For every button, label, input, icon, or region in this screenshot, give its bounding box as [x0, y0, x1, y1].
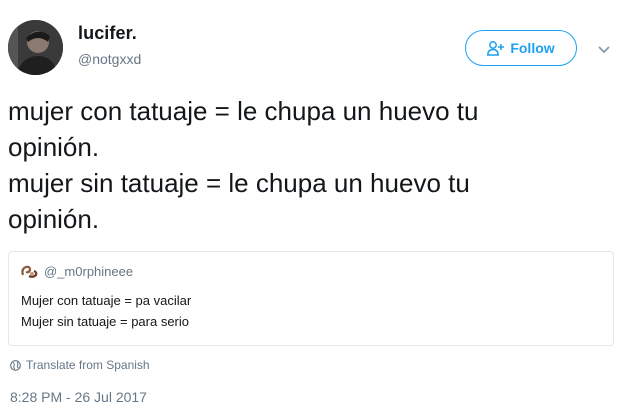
- user-handle[interactable]: @notgxxd: [78, 51, 141, 67]
- display-name[interactable]: lucifer.: [78, 23, 137, 44]
- quoted-avatar: [20, 263, 38, 281]
- tweet-card: lucifer. @notgxxd Follow mujer con tatua…: [0, 0, 624, 420]
- tweet-text-line: mujer con tatuaje = le chupa un huevo tu: [8, 96, 479, 126]
- quoted-text-line: Mujer con tatuaje = pa vacilar: [21, 293, 192, 308]
- translate-label: Translate from Spanish: [26, 358, 150, 372]
- chevron-down-icon[interactable]: [597, 42, 611, 54]
- follow-button[interactable]: Follow: [465, 30, 577, 66]
- tweet-text-line: mujer sin tatuaje = le chupa un huevo tu: [8, 168, 470, 198]
- translate-link[interactable]: Translate from Spanish: [10, 358, 150, 372]
- globe-icon: [10, 359, 21, 371]
- quoted-handle: @_m0rphineee: [44, 264, 134, 279]
- follow-button-label: Follow: [510, 40, 555, 56]
- quoted-text-line: Mujer sin tatuaje = para serio: [21, 314, 190, 329]
- tweet-text: mujer con tatuaje = le chupa un huevo tu…: [8, 93, 608, 237]
- add-user-icon: [487, 40, 505, 56]
- avatar[interactable]: [8, 20, 63, 75]
- timestamp[interactable]: 8:28 PM - 26 Jul 2017: [10, 389, 147, 405]
- tweet-text-line: opinión.: [8, 132, 100, 162]
- quoted-tweet[interactable]: @_m0rphineee Mujer con tatuaje = pa vaci…: [8, 251, 614, 346]
- tweet-text-line: opinión.: [8, 204, 100, 234]
